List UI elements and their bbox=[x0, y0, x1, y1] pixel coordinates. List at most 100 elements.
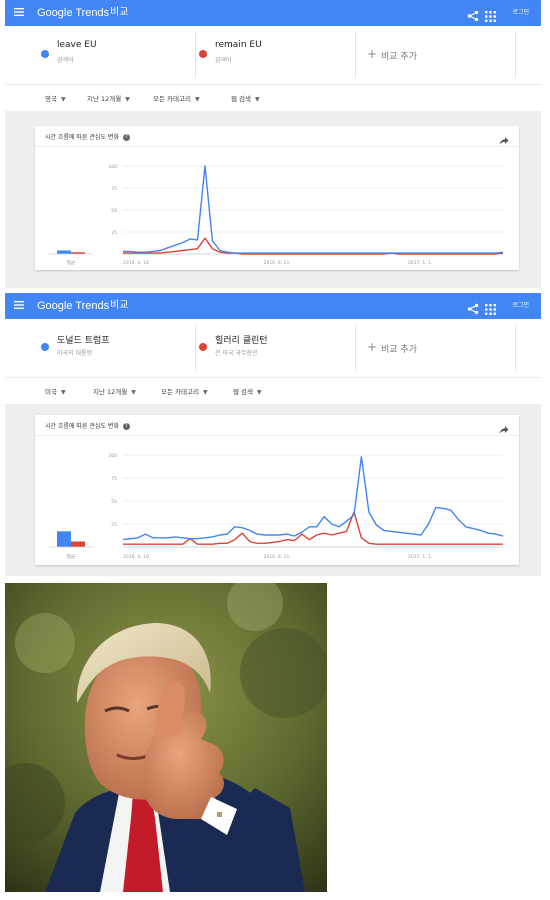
search-type-filter[interactable]: 웹 검색 ▼ bbox=[231, 93, 260, 103]
page-title: 비교 bbox=[110, 300, 129, 311]
share-icon[interactable] bbox=[467, 300, 479, 315]
time-range-filter[interactable]: 지난 12개월 ▼ bbox=[93, 386, 136, 396]
term-name: 도널드 트럼프 bbox=[57, 336, 110, 346]
y-tick-label: 50 bbox=[111, 208, 117, 214]
term-subtitle: 미국의 대통령 bbox=[57, 350, 93, 357]
term-name: remain EU bbox=[215, 40, 262, 50]
share-icon[interactable] bbox=[467, 7, 479, 22]
share-arrow-icon[interactable] bbox=[499, 420, 509, 434]
search-type-filter-label: 웹 검색 bbox=[233, 388, 254, 396]
series-color-dot bbox=[41, 50, 49, 58]
y-tick-label: 50 bbox=[111, 499, 117, 505]
dropdown-caret-icon: ▼ bbox=[202, 389, 208, 396]
help-icon[interactable]: ? bbox=[122, 134, 130, 141]
add-comparison-button[interactable]: + 비교 추가 bbox=[355, 26, 515, 84]
dropdown-caret-icon: ▼ bbox=[125, 96, 130, 103]
term-name: leave EU bbox=[57, 40, 97, 50]
divider bbox=[515, 32, 516, 78]
dropdown-caret-icon: ▼ bbox=[257, 389, 262, 396]
chart-title-text: 시간 흐름에 따른 관심도 변화 bbox=[45, 134, 119, 141]
trends-panel-2: Google Trends 비교 로그인 도널드 트럼프 미국의 대통령 힐러리… bbox=[5, 293, 541, 576]
y-tick-label: 25 bbox=[111, 522, 117, 528]
plus-icon: + bbox=[367, 340, 378, 354]
category-filter-label: 모든 카테고리 bbox=[161, 388, 199, 396]
time-range-filter-label: 지난 12개월 bbox=[87, 95, 122, 103]
menu-icon[interactable] bbox=[14, 299, 26, 313]
category-filter[interactable]: 모든 카테고리 ▼ bbox=[161, 386, 208, 396]
chart-header: 시간 흐름에 따른 관심도 변화? bbox=[35, 415, 519, 436]
interest-over-time-card: 시간 흐름에 따른 관심도 변화? 100 75 50 25 평균 2016. 4. 10… bbox=[35, 126, 519, 270]
dropdown-caret-icon: ▼ bbox=[131, 389, 136, 396]
x-tick-label: 2017. 1. 1. bbox=[408, 260, 432, 266]
chart-header: 시간 흐름에 따른 관심도 변화? bbox=[35, 126, 519, 147]
google-trends-logo[interactable]: Google Trends bbox=[37, 6, 109, 20]
page-title: 비교 bbox=[110, 7, 129, 18]
search-type-filter[interactable]: 웹 검색 ▼ bbox=[233, 386, 262, 396]
time-range-filter[interactable]: 지난 12개월 ▼ bbox=[87, 93, 130, 103]
average-bar bbox=[57, 250, 71, 254]
y-tick-label: 75 bbox=[111, 186, 117, 192]
x-tick-label: 2016. 8. 21. bbox=[264, 260, 291, 266]
login-button[interactable]: 로그인 bbox=[512, 301, 529, 311]
region-filter-label: 영국 bbox=[45, 95, 57, 103]
x-tick-label: 2017. 1. 1. bbox=[408, 554, 432, 560]
menu-icon[interactable] bbox=[14, 6, 26, 20]
category-filter-label: 모든 카테고리 bbox=[153, 95, 191, 103]
dropdown-caret-icon: ▼ bbox=[60, 96, 66, 103]
search-term-leave-eu[interactable]: leave EU 검색어 bbox=[37, 26, 187, 84]
add-comparison-label: 비교 추가 bbox=[381, 52, 417, 62]
portrait-illustration bbox=[5, 583, 327, 892]
add-comparison-label: 비교 추가 bbox=[381, 345, 417, 355]
dropdown-caret-icon: ▼ bbox=[194, 96, 200, 103]
y-tick-label: 75 bbox=[111, 476, 117, 482]
thumbs-up-photo bbox=[5, 583, 327, 892]
series-line-red bbox=[123, 237, 504, 255]
line-chart: 100 75 50 25 평균 2016. 4. 10. 2016. 8. 21. 2017.… bbox=[49, 164, 504, 266]
term-subtitle: 검색어 bbox=[215, 57, 232, 64]
y-tick-label: 100 bbox=[108, 453, 117, 459]
search-term-hillary-clinton[interactable]: 힐러리 클린턴 전 미국 국무장관 bbox=[195, 319, 345, 377]
app-bar: Google Trends 비교 로그인 bbox=[5, 0, 541, 26]
time-range-filter-label: 지난 12개월 bbox=[93, 388, 128, 396]
region-filter[interactable]: 미국 ▼ bbox=[45, 386, 66, 396]
region-filter[interactable]: 영국 ▼ bbox=[45, 93, 66, 103]
x-tick-label: 2016. 4. 10. bbox=[123, 554, 150, 560]
average-label: 평균 bbox=[67, 259, 75, 266]
search-type-filter-label: 웹 검색 bbox=[231, 95, 252, 103]
dropdown-caret-icon: ▼ bbox=[60, 389, 66, 396]
interest-over-time-card: 시간 흐름에 따른 관심도 변화? 100 75 50 25 평균 2016. 4. 10… bbox=[35, 415, 519, 565]
google-trends-logo[interactable]: Google Trends bbox=[37, 299, 109, 313]
y-tick-label: 25 bbox=[111, 230, 117, 236]
line-chart: 100 75 50 25 평균 2016. 4. 10. 2016. 8. 21. 2017.… bbox=[49, 453, 504, 560]
add-comparison-button[interactable]: + 비교 추가 bbox=[355, 319, 515, 377]
y-tick-label: 100 bbox=[108, 164, 117, 170]
average-bar bbox=[71, 541, 85, 547]
apps-grid-icon[interactable] bbox=[485, 300, 497, 315]
search-term-remain-eu[interactable]: remain EU 검색어 bbox=[195, 26, 345, 84]
share-arrow-icon[interactable] bbox=[499, 131, 509, 145]
search-term-donald-trump[interactable]: 도널드 트럼프 미국의 대통령 bbox=[37, 319, 187, 377]
series-color-dot bbox=[199, 343, 207, 351]
region-filter-label: 미국 bbox=[45, 388, 57, 396]
category-filter[interactable]: 모든 카테고리 ▼ bbox=[153, 93, 200, 103]
series-line-red bbox=[123, 511, 503, 545]
series-line-blue bbox=[122, 456, 504, 541]
average-label: 평균 bbox=[67, 553, 75, 560]
chart-title: 시간 흐름에 따른 관심도 변화? bbox=[45, 421, 130, 430]
search-terms-row: 도널드 트럼프 미국의 대통령 힐러리 클린턴 전 미국 국무장관 + 비교 추… bbox=[5, 319, 541, 377]
x-tick-label: 2016. 8. 21. bbox=[264, 554, 291, 560]
filter-bar: 영국 ▼ 지난 12개월 ▼ 모든 카테고리 ▼ 웹 검색 ▼ bbox=[5, 84, 541, 111]
help-icon[interactable]: ? bbox=[122, 423, 130, 430]
dropdown-caret-icon: ▼ bbox=[255, 96, 260, 103]
apps-grid-icon[interactable] bbox=[485, 7, 497, 22]
term-subtitle: 전 미국 국무장관 bbox=[215, 350, 258, 357]
chart-title: 시간 흐름에 따른 관심도 변화? bbox=[45, 132, 130, 141]
series-color-dot bbox=[199, 50, 207, 58]
search-terms-row: leave EU 검색어 remain EU 검색어 + 비교 추가 bbox=[5, 26, 541, 84]
login-button[interactable]: 로그인 bbox=[512, 8, 529, 18]
chart-title-text: 시간 흐름에 따른 관심도 변화 bbox=[45, 423, 119, 430]
app-bar: Google Trends 비교 로그인 bbox=[5, 293, 541, 319]
filter-bar: 미국 ▼ 지난 12개월 ▼ 모든 카테고리 ▼ 웹 검색 ▼ bbox=[5, 377, 541, 404]
x-tick-label: 2016. 4. 10. bbox=[123, 260, 150, 266]
average-bar bbox=[57, 531, 71, 547]
